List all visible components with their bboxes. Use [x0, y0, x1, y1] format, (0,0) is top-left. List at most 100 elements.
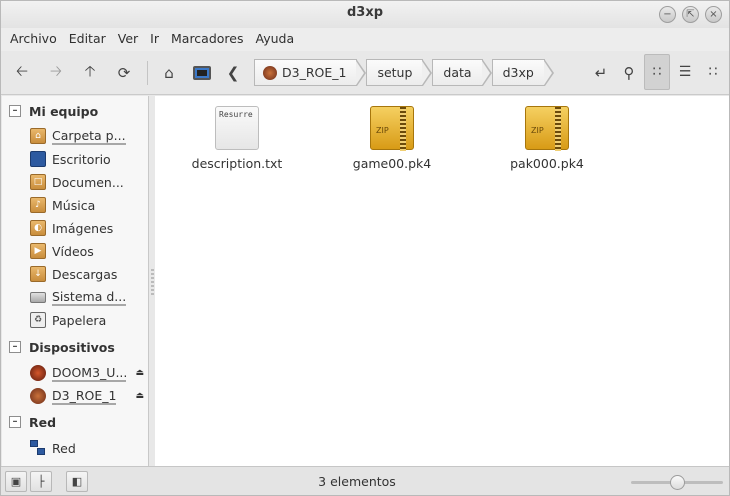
breadcrumb-separator	[481, 59, 492, 86]
back-button[interactable]: 🡠	[10, 61, 34, 85]
disc-icon	[30, 365, 46, 381]
file-manager-window: d3xp − ⇱ × Archivo Editar Ver Ir Marcado…	[0, 0, 730, 496]
toolbar-separator	[147, 61, 148, 85]
file-item[interactable]: ZIP game00.pk4	[332, 106, 452, 171]
maximize-button[interactable]: ⇱	[682, 6, 699, 23]
list-view-button[interactable]: ☰	[672, 54, 698, 90]
collapse-icon[interactable]: –	[9, 416, 21, 428]
breadcrumb-data[interactable]: data	[432, 59, 483, 86]
reload-icon: ⟳	[117, 64, 131, 82]
network-icon	[30, 440, 46, 456]
sidebar-item-red[interactable]: Red	[30, 437, 148, 459]
close-icon: ×	[709, 9, 718, 20]
sidebar-item-imagenes[interactable]: ◐ Imágenes	[30, 217, 148, 239]
list-icon: ☰	[678, 64, 692, 80]
sidebar-item-label: Papelera	[52, 312, 107, 328]
section-title: Dispositivos	[29, 339, 115, 355]
section-dispositivos[interactable]: – Dispositivos	[2, 336, 115, 358]
eject-icon[interactable]: ⏏	[135, 391, 144, 401]
menu-editar[interactable]: Editar	[63, 28, 112, 51]
reload-button[interactable]: ⟳	[112, 61, 136, 85]
menu-ver[interactable]: Ver	[112, 28, 144, 51]
toggle-location-button[interactable]: ↵	[589, 61, 613, 85]
sidebar-item-documentos[interactable]: □ Documen...	[30, 171, 148, 193]
desktop-icon	[30, 151, 46, 167]
videos-folder-icon: ▶	[30, 243, 46, 259]
sidebar-item-descargas[interactable]: ↓ Descargas	[30, 263, 148, 285]
breadcrumb-d3-roe-1[interactable]: D3_ROE_1	[254, 59, 358, 86]
sidebar-item-doom3[interactable]: DOOM3_U... ⏏	[30, 362, 148, 384]
sidebar: – Mi equipo ⌂ Carpeta p... Escritorio □ …	[2, 96, 149, 466]
downloads-folder-icon: ↓	[30, 266, 46, 282]
zoom-slider[interactable]	[631, 475, 723, 490]
music-folder-icon: ♪	[30, 197, 46, 213]
breadcrumb-d3xp[interactable]: d3xp	[491, 59, 545, 86]
sidebar-item-videos[interactable]: ▶ Vídeos	[30, 240, 148, 262]
title-bar[interactable]: d3xp − ⇱ ×	[1, 1, 729, 28]
menu-archivo[interactable]: Archivo	[4, 28, 63, 51]
compact-view-button[interactable]: ∷	[700, 54, 726, 90]
collapse-icon[interactable]: –	[9, 105, 21, 117]
icon-view-button[interactable]: ∷	[644, 54, 670, 90]
compact-grid-icon: ∷	[708, 64, 718, 80]
home-icon: ⌂	[164, 64, 174, 82]
file-name: description.txt	[191, 156, 283, 171]
toolbar: 🡠 🡢 🡡 ⟳ ⌂ ❮ D3_ROE_1 setup data d3xp ↵ ⚲…	[1, 51, 729, 95]
file-item[interactable]: ZIP pak000.pk4	[487, 106, 607, 171]
section-title: Mi equipo	[29, 103, 99, 119]
menu-ir[interactable]: Ir	[144, 28, 165, 51]
close-button[interactable]: ×	[705, 6, 722, 23]
sidebar-item-d3-roe-1[interactable]: D3_ROE_1 ⏏	[30, 385, 148, 407]
search-button[interactable]: ⚲	[617, 61, 641, 85]
file-item[interactable]: Resurre description.txt	[177, 106, 297, 171]
sidebar-item-label: Vídeos	[52, 243, 94, 259]
section-red[interactable]: – Red	[2, 411, 56, 433]
menu-marcadores[interactable]: Marcadores	[165, 28, 250, 51]
breadcrumb: D3_ROE_1 setup data d3xp	[254, 59, 554, 86]
section-title: Red	[29, 414, 57, 430]
sidebar-resize-handle[interactable]	[151, 269, 154, 295]
sidebar-item-sistema-de-archivos[interactable]: Sistema d...	[30, 286, 148, 308]
sidebar-item-label: Documen...	[52, 174, 124, 190]
status-text: 3 elementos	[318, 474, 396, 489]
trash-icon: ♻	[30, 312, 46, 328]
up-arrow-icon: 🡡	[84, 61, 96, 80]
sidebar-item-carpeta-personal[interactable]: ⌂ Carpeta p...	[30, 125, 148, 147]
sidebar-item-escritorio[interactable]: Escritorio	[30, 148, 148, 170]
sidebar-item-papelera[interactable]: ♻ Papelera	[30, 309, 148, 331]
eject-icon[interactable]: ⏏	[135, 368, 144, 378]
zoom-slider-knob[interactable]	[670, 475, 685, 490]
zipper-decoration	[555, 107, 561, 151]
breadcrumb-left-button[interactable]: ❮	[221, 61, 245, 85]
sidebar-item-label: DOOM3_U...	[52, 364, 126, 382]
filesystem-icon	[30, 291, 46, 303]
section-mi-equipo[interactable]: – Mi equipo	[2, 100, 98, 122]
home-folder-icon: ⌂	[30, 128, 46, 144]
sidebar-item-label: Descargas	[52, 266, 118, 282]
sidebar-item-label: Imágenes	[52, 220, 114, 236]
file-view[interactable]: Resurre description.txt ZIP game00.pk4 Z…	[155, 96, 729, 466]
up-button[interactable]: 🡡	[78, 61, 102, 85]
zip-archive-icon: ZIP	[370, 106, 414, 151]
sidebar-item-musica[interactable]: ♪ Música	[30, 194, 148, 216]
menu-ayuda[interactable]: Ayuda	[250, 28, 301, 51]
collapse-icon[interactable]: –	[9, 341, 21, 353]
sidebar-item-label: Carpeta p...	[52, 127, 126, 145]
minimize-button[interactable]: −	[659, 6, 676, 23]
breadcrumb-separator	[422, 59, 433, 86]
file-name: game00.pk4	[352, 156, 432, 171]
minimize-icon: −	[663, 9, 672, 20]
home-button[interactable]: ⌂	[157, 61, 181, 85]
window-title: d3xp	[346, 5, 384, 20]
zip-badge: ZIP	[531, 126, 544, 135]
documents-folder-icon: □	[30, 174, 46, 190]
computer-button[interactable]	[190, 61, 214, 85]
breadcrumb-separator	[356, 59, 367, 86]
menu-bar: Archivo Editar Ver Ir Marcadores Ayuda	[1, 28, 729, 51]
maximize-icon: ⇱	[686, 9, 695, 20]
breadcrumb-setup[interactable]: setup	[366, 59, 424, 86]
forward-arrow-icon: 🡢	[49, 61, 63, 80]
sidebar-item-label: D3_ROE_1	[52, 387, 117, 405]
sidebar-item-label: Red	[52, 440, 76, 456]
forward-button[interactable]: 🡢	[44, 61, 68, 85]
